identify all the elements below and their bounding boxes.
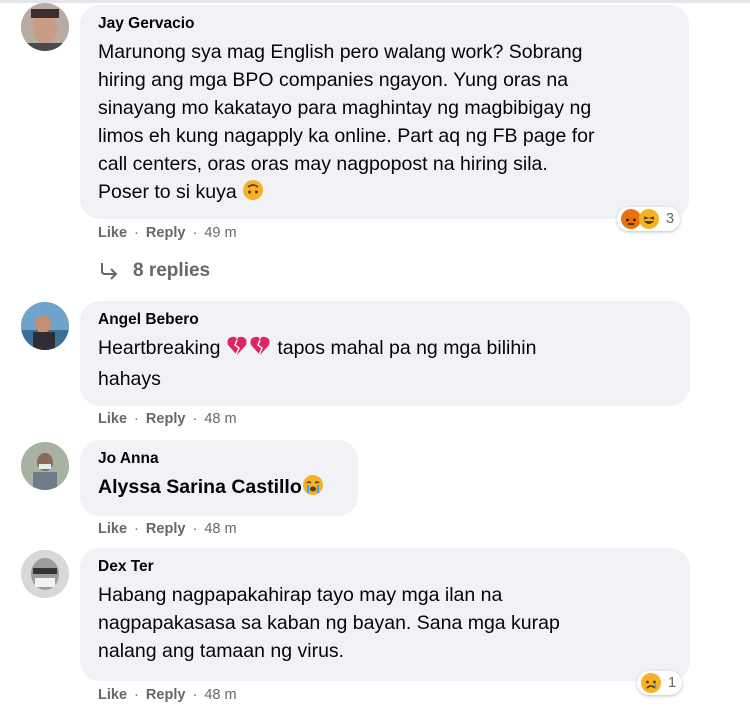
timestamp[interactable]: 49 m [204,225,236,241]
like-button[interactable]: Like [98,521,127,537]
like-button[interactable]: Like [98,411,127,427]
reaction-count: 1 [668,675,677,691]
comment-text: Marunong sya mag English pero walang wor… [98,38,673,209]
reply-button[interactable]: Reply [146,225,186,241]
separator: · [192,521,198,537]
comment-text-line: sinayang mo kakatayo para maghintay ng m… [98,97,592,119]
view-replies-button[interactable]: 8 replies [99,260,210,282]
comment-text-line: Heartbreaking tapos mahal pa ng mga bili… [98,334,674,365]
reply-arrow-icon [101,263,118,280]
comment-author[interactable]: Dex Ter [98,557,674,577]
avatar[interactable] [21,550,69,598]
comment-actions: Like · Reply · 48 m [98,686,237,704]
separator: · [192,411,198,427]
upside-down-face-emoji-icon [242,179,264,209]
separator: · [134,225,139,241]
comment-bubble: Jay Gervacio Marunong sya mag English pe… [80,5,689,219]
avatar[interactable] [21,442,69,490]
reply-button[interactable]: Reply [146,687,186,703]
comment-text-line-text: Heartbreaking [98,337,221,359]
reply-button[interactable]: Reply [146,521,186,537]
comment-text-line: call centers, oras oras may nagpopost na… [98,153,548,175]
comment-text: Heartbreaking tapos mahal pa ng mga bili… [98,334,674,393]
reply-button[interactable]: Reply [146,411,186,427]
separator: · [192,687,198,703]
avatar[interactable] [21,302,69,350]
broken-heart-emoji-icon [226,335,272,365]
comment-bubble: Angel Bebero Heartbreaking tapos mahal p… [80,301,690,406]
reaction-count: 3 [666,211,675,227]
timestamp[interactable]: 48 m [204,521,236,537]
comment-text-line: limos eh kung nagapply ka online. Part a… [98,125,595,147]
replies-count-label: 8 replies [133,260,211,281]
comment-text-line: hiring ang mga BPO companies ngayon. Yun… [98,69,569,91]
separator: · [134,411,139,427]
haha-icon [639,209,659,229]
comment-text-line: Habang nagpapakahirap tayo may mga ilan … [98,584,503,606]
like-button[interactable]: Like [98,225,127,241]
avatar[interactable] [21,3,69,51]
comment-text-line: Marunong sya mag English pero walang wor… [98,41,583,63]
separator: · [134,687,139,703]
comment-actions: Like · Reply · 48 m [98,520,237,538]
comment-text-line: Poser to si kuya [98,178,673,209]
comment-text-line-text: tapos mahal pa ng mga bilihin [277,337,537,359]
comment-text: Alyssa Sarina Castillo [98,473,342,504]
comment-text-line-text: Poser to si kuya [98,181,237,203]
comment-text-line: nagpapakasasa sa kaban ng bayan. Sana mg… [98,612,560,634]
comment-text-line: nalang ang tamaan ng virus. [98,640,345,662]
reaction-summary[interactable]: 3 [617,207,681,231]
separator: · [192,225,198,241]
comment-bubble: Jo Anna Alyssa Sarina Castillo [80,440,358,516]
comment-text: Habang nagpapakahirap tayo may mga ilan … [98,581,674,665]
crying-face-emoji-icon [302,474,324,504]
top-border [0,0,750,3]
like-button[interactable]: Like [98,687,127,703]
timestamp[interactable]: 48 m [204,687,236,703]
comment-author[interactable]: Jay Gervacio [98,14,673,34]
comment-author[interactable]: Jo Anna [98,449,342,469]
comment-bubble: Dex Ter Habang nagpapakahirap tayo may m… [80,548,690,681]
reaction-summary[interactable]: 1 [637,671,683,695]
timestamp[interactable]: 48 m [204,411,236,427]
separator: · [134,521,139,537]
comment-author[interactable]: Angel Bebero [98,310,674,330]
mention-link[interactable]: Alyssa Sarina Castillo [98,476,302,498]
comment-actions: Like · Reply · 48 m [98,410,237,428]
comment-text-line: hahays [98,368,161,390]
sad-icon [641,673,661,693]
comment-actions: Like · Reply · 49 m [98,224,237,242]
